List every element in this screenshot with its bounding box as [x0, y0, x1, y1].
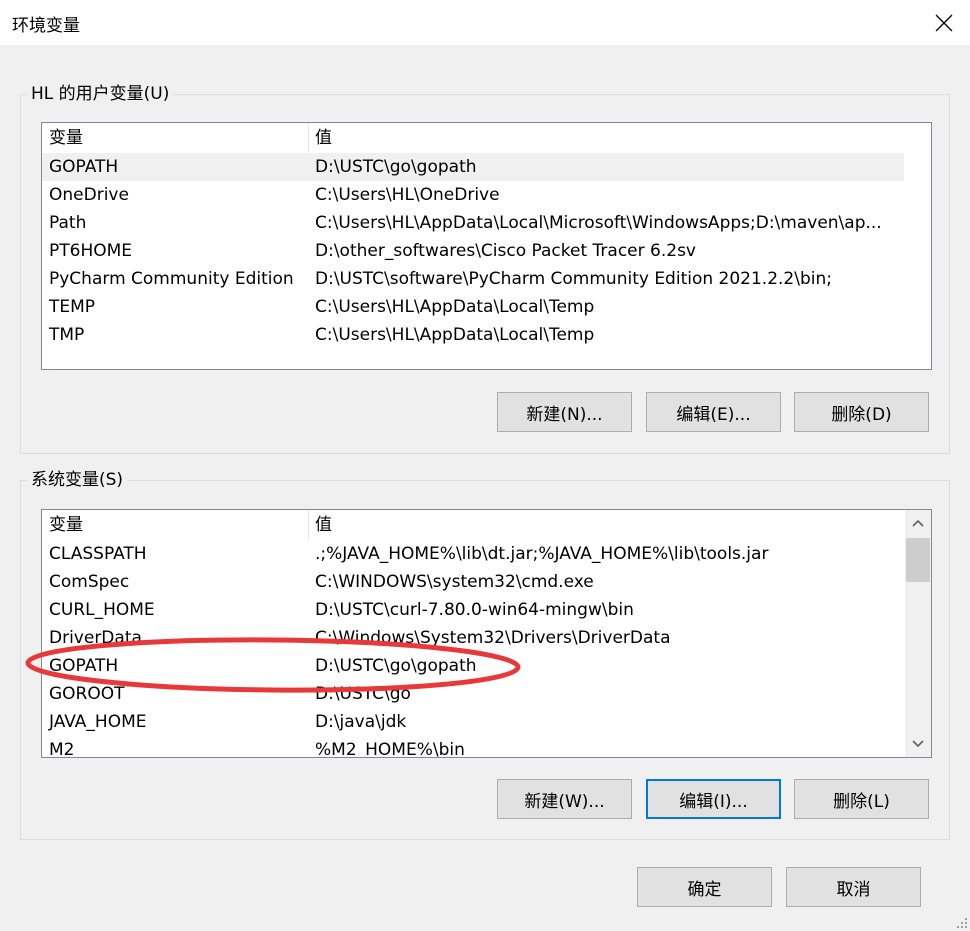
scroll-down-button[interactable]	[905, 731, 931, 757]
vertical-scrollbar[interactable]	[905, 510, 931, 757]
chevron-down-icon	[912, 740, 924, 748]
ok-button[interactable]: 确定	[637, 867, 772, 907]
table-row[interactable]: PyCharm Community Edition D:\USTC\softwa…	[42, 265, 904, 293]
table-row[interactable]: PT6HOME D:\other_softwares\Cisco Packet …	[42, 237, 904, 265]
new-system-variable-button[interactable]: 新建(W)...	[497, 779, 632, 819]
table-row[interactable]: CLASSPATH .;%JAVA_HOME%\lib\dt.jar;%JAVA…	[42, 540, 904, 568]
variable-name: TMP	[49, 325, 85, 345]
variable-value: C:\Users\HL\OneDrive	[315, 185, 500, 205]
column-header-name[interactable]: 变量	[49, 510, 83, 540]
variable-name: GOPATH	[49, 157, 119, 177]
variable-value: %M2_HOME%\bin	[315, 740, 465, 758]
column-header-value[interactable]: 值	[315, 123, 332, 153]
variable-name: CLASSPATH	[49, 544, 147, 564]
column-divider[interactable]	[308, 123, 309, 153]
variable-value: C:\Windows\System32\Drivers\DriverData	[315, 628, 671, 648]
variable-value: D:\other_softwares\Cisco Packet Tracer 6…	[315, 241, 696, 261]
variable-name: ComSpec	[49, 572, 130, 592]
close-icon	[935, 14, 953, 31]
list-header: 变量 值	[42, 510, 906, 540]
cancel-button[interactable]: 取消	[786, 867, 921, 907]
table-row[interactable]: GOPATH D:\USTC\go\gopath	[42, 652, 904, 680]
list-header: 变量 值	[42, 123, 931, 153]
table-row[interactable]: CURL_HOME D:\USTC\curl-7.80.0-win64-ming…	[42, 596, 904, 624]
column-header-name[interactable]: 变量	[49, 123, 83, 153]
variable-name: OneDrive	[49, 185, 129, 205]
edit-system-variable-button[interactable]: 编辑(I)...	[646, 779, 781, 819]
variable-value: D:\USTC\go\gopath	[315, 157, 477, 177]
table-row[interactable]: Path C:\Users\HL\AppData\Local\Microsoft…	[42, 209, 904, 237]
table-row[interactable]: OneDrive C:\Users\HL\OneDrive	[42, 181, 904, 209]
variable-value: D:\java\jdk	[315, 712, 407, 732]
table-row[interactable]: M2 %M2_HOME%\bin	[42, 736, 904, 758]
resize-grip-icon[interactable]	[956, 917, 968, 929]
variable-value: C:\Users\HL\AppData\Local\Microsoft\Wind…	[315, 213, 882, 233]
variable-value: C:\WINDOWS\system32\cmd.exe	[315, 572, 594, 592]
scrollbar-thumb[interactable]	[906, 538, 930, 582]
delete-user-variable-button[interactable]: 删除(D)	[794, 392, 929, 432]
variable-name: PT6HOME	[49, 241, 133, 261]
variable-value: C:\Users\HL\AppData\Local\Temp	[315, 325, 595, 345]
close-button[interactable]	[918, 0, 970, 45]
variable-name: GOROOT	[49, 684, 125, 704]
variable-value: C:\Users\HL\AppData\Local\Temp	[315, 297, 595, 317]
user-variables-group: HL 的用户变量(U) 变量 值 GOPATH D:\USTC\go\gopat…	[20, 82, 950, 454]
variable-name: GOPATH	[49, 656, 119, 676]
user-variables-list[interactable]: 变量 值 GOPATH D:\USTC\go\gopath OneDrive C…	[41, 122, 932, 370]
table-row[interactable]: GOROOT D:\USTC\go	[42, 680, 904, 708]
variable-value: D:\USTC\go	[315, 684, 411, 704]
table-row[interactable]: ComSpec C:\WINDOWS\system32\cmd.exe	[42, 568, 904, 596]
table-row[interactable]: TEMP C:\Users\HL\AppData\Local\Temp	[42, 293, 904, 321]
scroll-up-button[interactable]	[905, 510, 931, 536]
variable-name: PyCharm Community Edition	[49, 269, 294, 289]
variable-value: .;%JAVA_HOME%\lib\dt.jar;%JAVA_HOME%\lib…	[315, 544, 769, 564]
variable-value: D:\USTC\go\gopath	[315, 656, 477, 676]
variable-name: M2	[49, 740, 75, 758]
system-variables-group: 系统变量(S) 变量 值 CLASSPATH .;%JAVA_HOME%\lib…	[20, 468, 950, 840]
table-row[interactable]: DriverData C:\Windows\System32\Drivers\D…	[42, 624, 904, 652]
title-bar: 环境变量	[0, 0, 970, 45]
variable-value: D:\USTC\curl-7.80.0-win64-mingw\bin	[315, 600, 634, 620]
chevron-up-icon	[912, 519, 924, 527]
delete-system-variable-button[interactable]: 删除(L)	[794, 779, 929, 819]
variable-name: Path	[49, 213, 87, 233]
variable-name: DriverData	[49, 628, 142, 648]
variable-name: JAVA_HOME	[49, 712, 147, 732]
table-row-selected[interactable]: GOPATH D:\USTC\go\gopath	[42, 153, 904, 181]
variable-name: CURL_HOME	[49, 600, 155, 620]
user-variables-label: HL 的用户变量(U)	[27, 82, 174, 106]
variable-value: D:\USTC\software\PyCharm Community Editi…	[315, 269, 832, 289]
column-header-value[interactable]: 值	[315, 510, 332, 540]
new-user-variable-button[interactable]: 新建(N)...	[497, 392, 632, 432]
variable-name: TEMP	[49, 297, 96, 317]
system-variables-list[interactable]: 变量 值 CLASSPATH .;%JAVA_HOME%\lib\dt.jar;…	[41, 509, 932, 758]
system-variables-label: 系统变量(S)	[27, 468, 128, 492]
column-divider[interactable]	[308, 510, 309, 540]
table-row[interactable]: JAVA_HOME D:\java\jdk	[42, 708, 904, 736]
table-row[interactable]: TMP C:\Users\HL\AppData\Local\Temp	[42, 321, 904, 349]
window-title: 环境变量	[12, 16, 80, 36]
edit-user-variable-button[interactable]: 编辑(E)...	[646, 392, 781, 432]
